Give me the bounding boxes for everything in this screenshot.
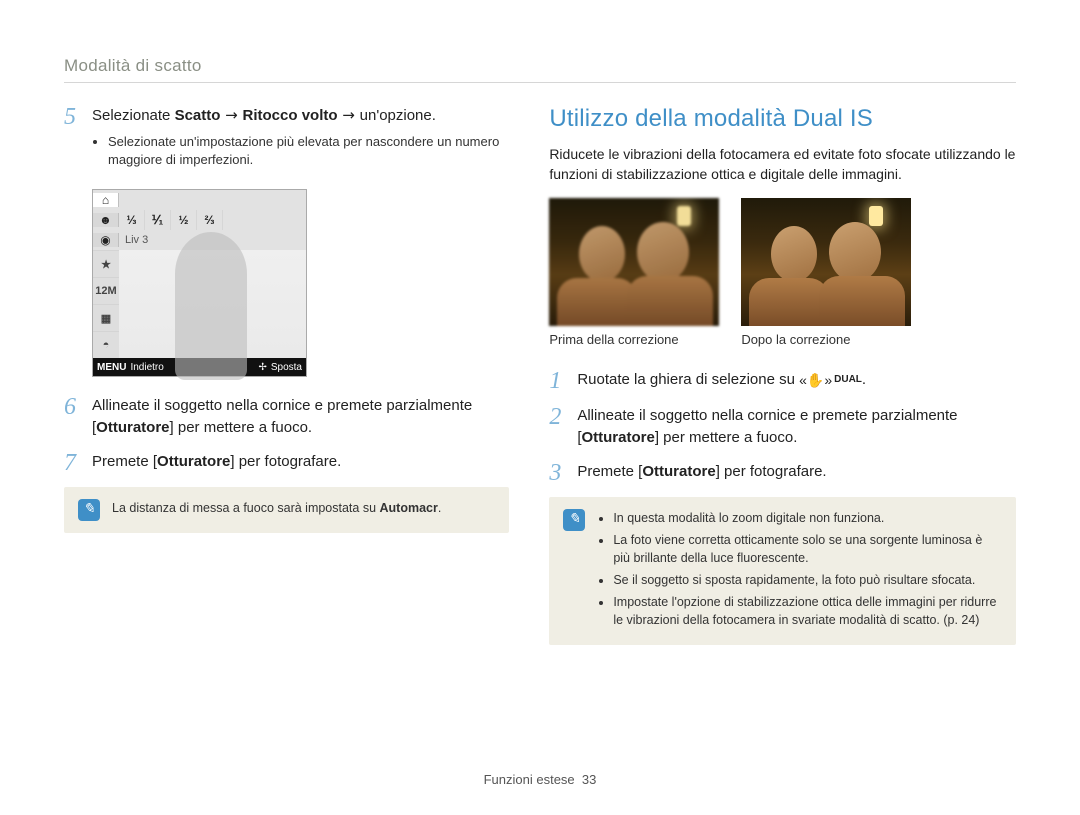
two-column-layout: 5 Selezionate Scatto → Ritocco volto → u… — [64, 105, 1016, 645]
arrow-icon: → — [220, 106, 242, 124]
silhouette — [175, 232, 247, 380]
t-bold: Otturatore — [642, 463, 715, 480]
dual-is-icon: «✋»DUAL — [799, 370, 862, 390]
camera-menu-preview: ⌂ ☻ ⅓ ⅟₁ ½ ⅔ ◉ Liv 3 — [92, 189, 307, 377]
t-bold: Otturatore — [157, 453, 230, 470]
after-shot: Dopo la correzione — [741, 198, 911, 347]
step-text: Selezionate Scatto → Ritocco volto → un'… — [92, 105, 509, 177]
star-icon: ★ — [93, 250, 119, 277]
t: un'opzione. — [360, 107, 436, 124]
t-bold: Otturatore — [581, 429, 654, 446]
step-text: Premete [Otturatore] per fotografare. — [92, 451, 341, 475]
step-text: Allineate il soggetto nella cornice e pr… — [577, 405, 1016, 449]
t: . — [862, 371, 866, 388]
target-icon: ◉ — [93, 233, 119, 247]
t-bold: Scatto — [175, 107, 221, 124]
step-text: Ruotate la ghiera di selezione su «✋»DUA… — [577, 369, 866, 393]
t: . — [438, 501, 441, 515]
bullet: La foto viene corretta otticamente solo … — [613, 531, 1002, 567]
right-column: Utilizzo della modalità Dual IS Riducete… — [549, 105, 1016, 645]
note-text: In questa modalità lo zoom digitale non … — [597, 509, 1002, 634]
before-after: Prima della correzione Dopo la correzion… — [549, 198, 1016, 347]
breadcrumb: Modalità di scatto — [64, 56, 1016, 76]
t: La distanza di messa a fuoco sarà impost… — [112, 501, 380, 515]
step-6: 6 Allineate il soggetto nella cornice e … — [64, 395, 509, 439]
hand-icon: «✋» — [799, 370, 832, 390]
step-2: 2 Allineate il soggetto nella cornice e … — [549, 405, 1016, 449]
bullet: Selezionate un'impostazione più elevata … — [108, 133, 509, 169]
step-7: 7 Premete [Otturatore] per fotografare. — [64, 451, 509, 475]
bullet: Se il soggetto si sposta rapidamente, la… — [613, 571, 1002, 589]
t: Sposta — [271, 362, 302, 373]
step-text: Allineate il soggetto nella cornice e pr… — [92, 395, 509, 439]
step-number: 5 — [64, 105, 92, 177]
before-image — [549, 198, 719, 326]
page-footer: Funzioni estese 33 — [0, 772, 1080, 787]
bullet: In questa modalità lo zoom digitale non … — [613, 509, 1002, 527]
manual-page: Modalità di scatto 5 Selezionate Scatto … — [0, 0, 1080, 815]
t: Selezionate — [92, 107, 175, 124]
t: ] per fotografare. — [716, 463, 827, 480]
cam-options: ⅓ ⅟₁ ½ ⅔ — [119, 210, 306, 230]
sub-bullets: Selezionate un'impostazione più elevata … — [108, 133, 509, 169]
t-bold: Automacr — [380, 501, 438, 515]
t-bold: Otturatore — [96, 419, 169, 436]
left-column: 5 Selezionate Scatto → Ritocco volto → u… — [64, 105, 509, 645]
t: Indietro — [130, 362, 163, 373]
cam-toprow: ⌂ — [93, 190, 306, 210]
after-caption: Dopo la correzione — [741, 332, 911, 347]
step-3: 3 Premete [Otturatore] per fotografare. — [549, 461, 1016, 485]
after-image — [741, 198, 911, 326]
liv-label: Liv 3 — [119, 234, 148, 246]
t: Premete [ — [92, 453, 157, 470]
note-text: La distanza di messa a fuoco sarà impost… — [112, 499, 441, 521]
cam-sideicons: ★ 12M ▦ ◓ — [93, 250, 119, 358]
step-number: 6 — [64, 395, 92, 439]
note-dual-is: ✎ In questa modalità lo zoom digitale no… — [549, 497, 1016, 646]
footer-section: Funzioni estese — [484, 772, 575, 787]
face-icon: ☻ — [93, 213, 119, 227]
menu-icon: MENU — [97, 362, 126, 373]
note-icon: ✎ — [78, 499, 100, 521]
footer-page: 33 — [582, 772, 596, 787]
t: ] per fotografare. — [230, 453, 341, 470]
note-icon: ✎ — [563, 509, 585, 531]
t: ] per mettere a fuoco. — [655, 429, 798, 446]
grid-icon: ▦ — [93, 304, 119, 331]
arrow-icon: → — [338, 106, 360, 124]
cam-body: ★ 12M ▦ ◓ — [93, 250, 306, 358]
res-icon: 12M — [93, 277, 119, 304]
step-5: 5 Selezionate Scatto → Ritocco volto → u… — [64, 105, 509, 177]
step-text: Premete [Otturatore] per fotografare. — [577, 461, 826, 485]
opt: ⅟₁ — [145, 210, 171, 230]
home-icon: ⌂ — [93, 193, 119, 207]
move-icon: ✢ — [258, 362, 266, 373]
mode-icon: ◓ — [93, 331, 119, 358]
step-number: 3 — [549, 461, 577, 485]
t: Premete [ — [577, 463, 642, 480]
divider — [64, 82, 1016, 83]
before-shot: Prima della correzione — [549, 198, 719, 347]
section-heading: Utilizzo della modalità Dual IS — [549, 105, 1016, 133]
step-1: 1 Ruotate la ghiera di selezione su «✋»D… — [549, 369, 1016, 393]
note-list: In questa modalità lo zoom digitale non … — [613, 509, 1002, 630]
move-hint: ✢ Sposta — [258, 362, 302, 373]
intro-text: Riducete le vibrazioni della fotocamera … — [549, 145, 1016, 184]
step-number: 2 — [549, 405, 577, 449]
step-number: 1 — [549, 369, 577, 393]
before-caption: Prima della correzione — [549, 332, 719, 347]
opt: ⅔ — [197, 210, 223, 230]
cam-optrow: ☻ ⅓ ⅟₁ ½ ⅔ — [93, 210, 306, 230]
t: ] per mettere a fuoco. — [170, 419, 313, 436]
back-hint: MENU Indietro — [97, 362, 164, 373]
note-automacr: ✎ La distanza di messa a fuoco sarà impo… — [64, 487, 509, 533]
bullet: Impostate l'opzione di stabilizzazione o… — [613, 593, 1002, 629]
t: Ruotate la ghiera di selezione su — [577, 371, 799, 388]
step-number: 7 — [64, 451, 92, 475]
t-bold: Ritocco volto — [243, 107, 338, 124]
opt: ⅓ — [119, 210, 145, 230]
dual-label: DUAL — [834, 373, 862, 388]
opt: ½ — [171, 210, 197, 230]
